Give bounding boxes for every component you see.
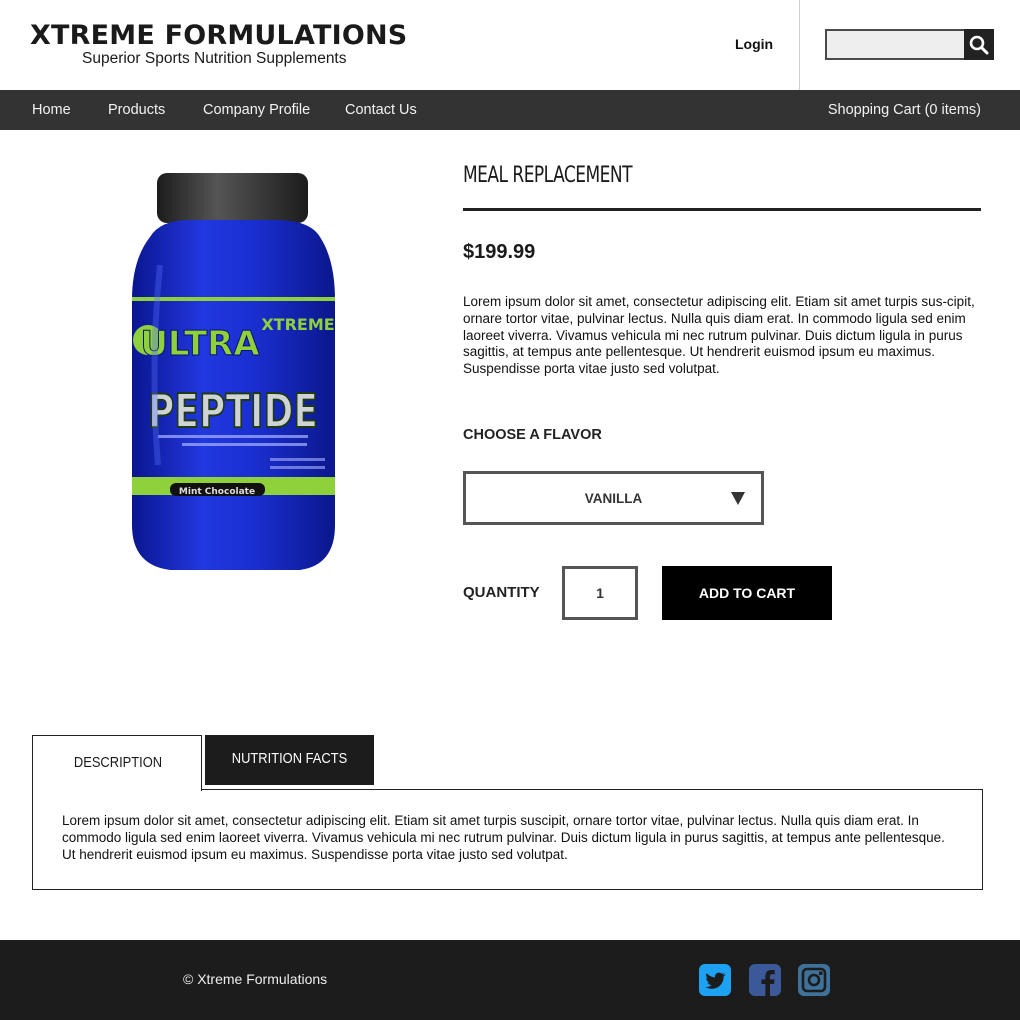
product-title: MEAL REPLACEMENT <box>463 163 633 188</box>
facebook-icon[interactable] <box>749 964 781 996</box>
search-button[interactable] <box>964 29 994 60</box>
flavor-selected-value: VANILLA <box>584 491 643 506</box>
jar-line2-text: PEPTIDE <box>148 384 318 438</box>
nav-item-contact-us[interactable]: Contact Us <box>345 102 417 118</box>
copyright-text: © Xtreme Formulations <box>183 971 328 987</box>
jar-flavor-text: Mint Chocolate <box>179 487 255 497</box>
flavor-select[interactable]: VANILLA <box>463 471 764 525</box>
brand-subtitle: Superior Sports Nutrition Supplements <box>82 50 347 67</box>
nav-item-company-profile[interactable]: Company Profile <box>203 102 310 118</box>
title-divider <box>463 208 981 211</box>
tab-nutrition-facts[interactable]: NUTRITION FACTS <box>205 735 374 785</box>
shopping-cart-link[interactable]: Shopping Cart (0 items) <box>828 102 981 118</box>
header-divider <box>799 0 800 90</box>
quantity-label: QUANTITY <box>463 584 540 601</box>
product-description: Lorem ipsum dolor sit amet, consectetur … <box>463 294 975 377</box>
brand-title[interactable]: XTREME FORMULATIONS <box>30 20 407 51</box>
tab-nutrition-facts-label: NUTRITION FACTS <box>231 750 348 767</box>
nav-item-home[interactable]: Home <box>32 102 71 118</box>
instagram-icon[interactable] <box>798 964 830 996</box>
quantity-input[interactable] <box>562 566 638 620</box>
main-nav: Home Products Company Profile Contact Us… <box>0 90 1020 130</box>
product-price: $199.99 <box>463 241 536 263</box>
flavor-label: CHOOSE A FLAVOR <box>463 427 602 443</box>
tab-description[interactable]: DESCRIPTION <box>32 735 202 791</box>
login-link[interactable]: Login <box>735 36 773 52</box>
caret-down-icon <box>731 492 745 505</box>
site-header: XTREME FORMULATIONS Superior Sports Nutr… <box>0 0 1020 90</box>
add-to-cart-button[interactable]: ADD TO CART <box>662 566 832 620</box>
search-icon <box>969 35 989 54</box>
search-input[interactable] <box>825 29 966 60</box>
product-image: Mint Chocolate XTREME ULTRA PEPTIDE <box>120 165 350 580</box>
nav-item-products[interactable]: Products <box>108 102 165 118</box>
site-footer: © Xtreme Formulations <box>0 940 1020 1020</box>
tab-description-label: DESCRIPTION <box>73 754 163 771</box>
twitter-icon[interactable] <box>699 964 731 996</box>
jar-brand-text: XTREME <box>261 315 334 334</box>
tab-content-text: Lorem ipsum dolor sit amet, consectetur … <box>62 813 945 862</box>
